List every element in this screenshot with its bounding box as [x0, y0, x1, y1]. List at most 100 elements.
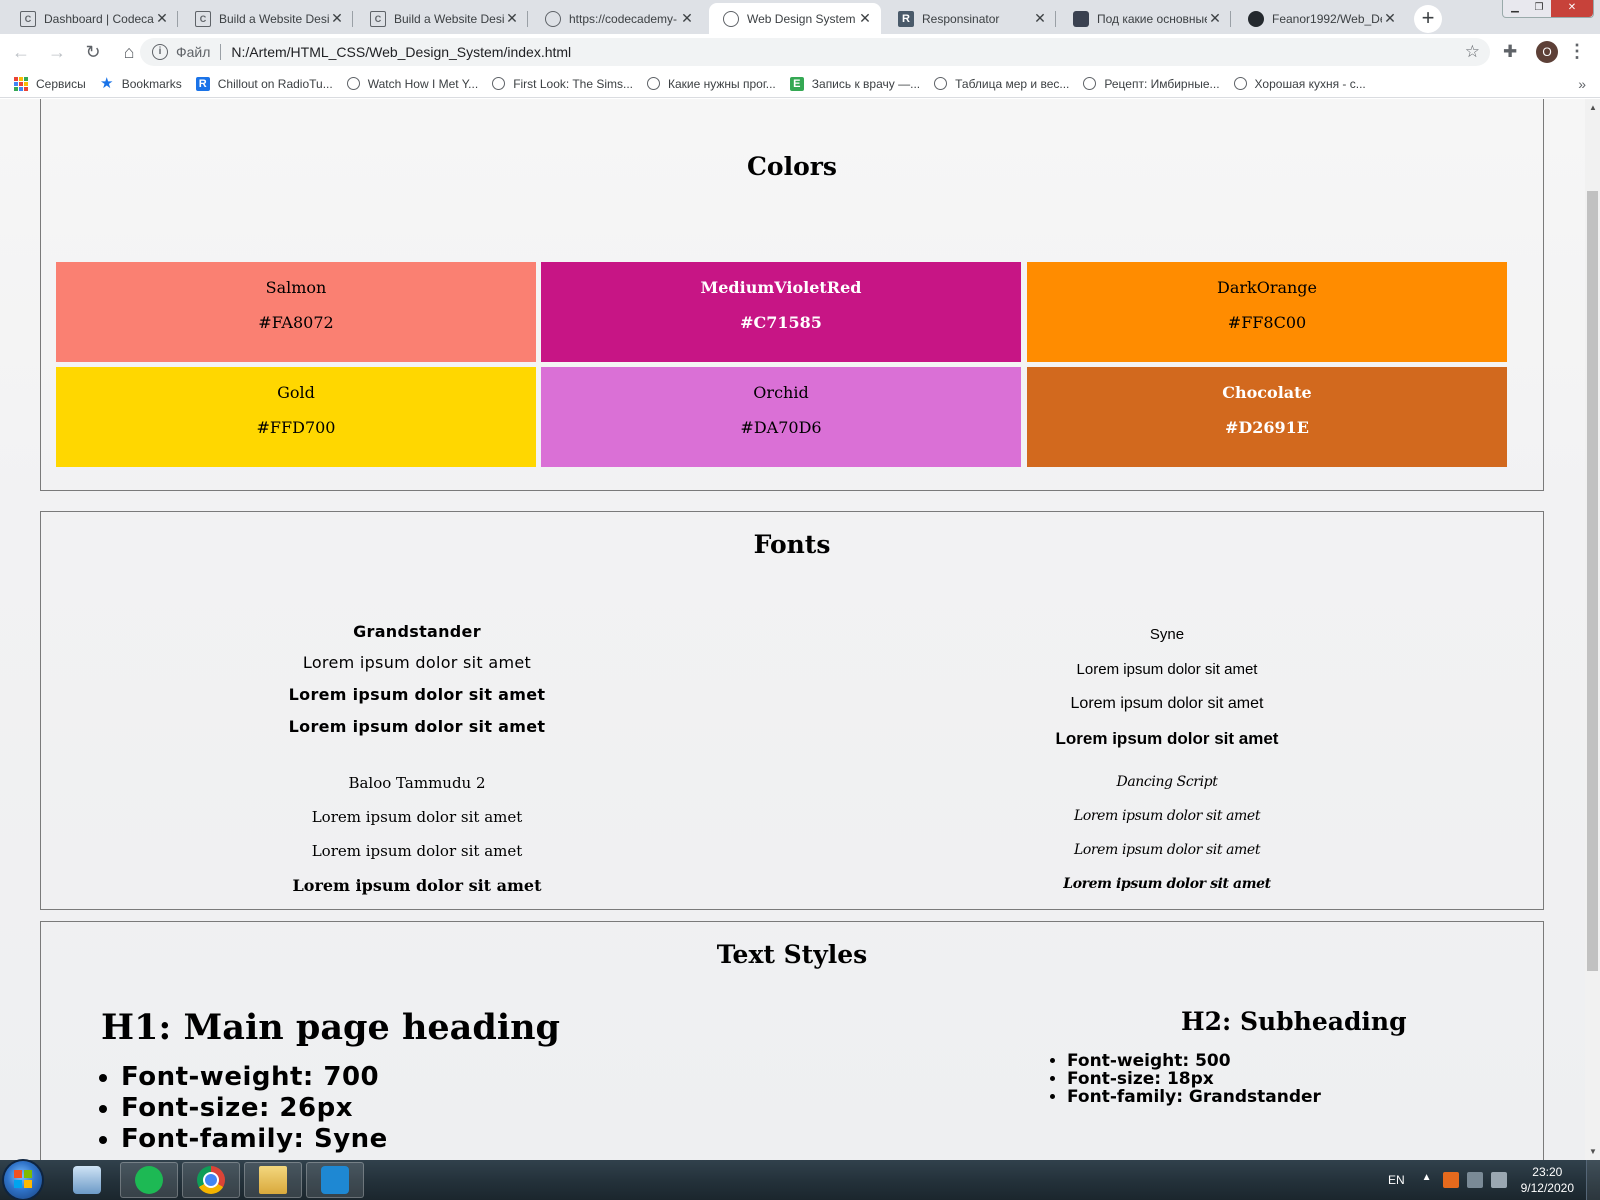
- bookmark-item[interactable]: Хорошая кухня - с...: [1233, 76, 1366, 91]
- swatch-name: Orchid: [753, 383, 809, 402]
- font-sample-syne: Syne Lorem ipsum dolor sit amet Lorem ip…: [917, 626, 1417, 756]
- swatch-name: Gold: [277, 383, 315, 402]
- taskbar-explorer[interactable]: [244, 1162, 302, 1198]
- tray-app-icon[interactable]: [1442, 1172, 1459, 1188]
- bookmark-apps[interactable]: Сервисы: [14, 76, 86, 91]
- bookmark-item[interactable]: Таблица мер и вес...: [934, 77, 1069, 91]
- maximize-icon[interactable]: ❐: [1527, 0, 1551, 17]
- h1-sample-heading: H1: Main page heading: [101, 1007, 561, 1048]
- show-desktop-button[interactable]: [1586, 1160, 1600, 1200]
- bookmark-item[interactable]: E Запись к врачу —...: [789, 76, 920, 91]
- swatch-name: MediumVioletRed: [700, 278, 862, 297]
- address-bar[interactable]: i Файл N:/Artem/HTML_CSS/Web_Design_Syst…: [140, 38, 1490, 66]
- taskbar-spotify[interactable]: [120, 1162, 178, 1198]
- globe-icon: [1233, 77, 1247, 90]
- tab-codecademy-url[interactable]: https://codecademy- ✕: [531, 3, 703, 34]
- scroll-down-icon[interactable]: ▼: [1589, 1147, 1597, 1156]
- tab-responsinator[interactable]: R Responsinator ✕: [884, 3, 1056, 34]
- swatch-name: Chocolate: [1222, 383, 1312, 402]
- taskbar-vscode[interactable]: [306, 1162, 364, 1198]
- bookmark-item[interactable]: Watch How I Met Y...: [346, 76, 479, 91]
- browser-toolbar: ← → ↻ ⌂ i Файл N:/Artem/HTML_CSS/Web_Des…: [0, 34, 1600, 70]
- window-close-icon[interactable]: ✕: [1551, 0, 1593, 17]
- tab-build-website-2[interactable]: C Build a Website Design System ✕: [356, 3, 528, 34]
- swatch-hex: #DA70D6: [740, 418, 822, 437]
- scrollbar-thumb[interactable]: [1587, 191, 1598, 971]
- bookmark-item[interactable]: First Look: The Sims...: [492, 77, 633, 91]
- font-family-name: Grandstander: [353, 622, 481, 641]
- tab-web-design-system[interactable]: Web Design System ✕: [709, 3, 881, 34]
- tab-title: Dashboard | Codecademy: [44, 11, 154, 26]
- minimize-icon[interactable]: ▁: [1503, 0, 1527, 17]
- new-tab-button[interactable]: +: [1414, 5, 1442, 33]
- colors-title: Colors: [747, 152, 837, 181]
- spotify-icon: [135, 1166, 163, 1194]
- tab-build-website-1[interactable]: C Build a Website Design System ✕: [181, 3, 353, 34]
- tab-habr-article[interactable]: Под какие основные ✕: [1059, 3, 1231, 34]
- swatch-hex: #FA8072: [258, 313, 334, 332]
- bookmark-star-icon[interactable]: ☆: [1465, 42, 1480, 62]
- bookmark-item[interactable]: Рецепт: Имбирные...: [1083, 77, 1220, 91]
- tab-close-icon[interactable]: ✕: [154, 10, 170, 27]
- system-clock[interactable]: 23:20 9/12/2020: [1521, 1164, 1574, 1196]
- tray-expand-icon[interactable]: ▲: [1419, 1172, 1435, 1188]
- extensions-puzzle-icon[interactable]: ✚: [1503, 42, 1517, 62]
- swatch-name: DarkOrange: [1216, 278, 1318, 297]
- language-indicator[interactable]: EN: [1388, 1173, 1405, 1187]
- globe-icon: [934, 77, 948, 90]
- font-sample-bold: Lorem ipsum dolor sit amet: [1063, 876, 1271, 892]
- swatch-hex: #FFD700: [256, 418, 336, 437]
- reload-icon[interactable]: ↻: [78, 37, 108, 67]
- profile-avatar[interactable]: O: [1536, 41, 1558, 63]
- browser-menu-icon[interactable]: ⋮: [1568, 41, 1586, 62]
- vscode-icon: [321, 1166, 349, 1194]
- tab-close-icon[interactable]: ✕: [1382, 10, 1398, 27]
- scroll-up-icon[interactable]: ▲: [1589, 103, 1597, 112]
- tab-title: Responsinator: [922, 11, 1000, 26]
- tab-github-repo[interactable]: Feanor1992/Web_De ✕: [1234, 3, 1406, 34]
- start-button[interactable]: [4, 1161, 42, 1199]
- github-icon: [1248, 10, 1264, 27]
- tab-title: Под какие основные: [1097, 11, 1207, 26]
- tab-close-icon[interactable]: ✕: [504, 10, 520, 27]
- site-info-icon[interactable]: i: [152, 44, 168, 60]
- swatch-hex: #FF8C00: [1227, 313, 1307, 332]
- bookmark-label: Хорошая кухня - с...: [1254, 76, 1366, 91]
- tab-close-icon[interactable]: ✕: [1032, 10, 1048, 27]
- tab-close-icon[interactable]: ✕: [329, 10, 345, 27]
- bookmark-label: Таблица мер и вес...: [955, 76, 1070, 91]
- network-icon[interactable]: [1466, 1172, 1483, 1188]
- tab-close-icon[interactable]: ✕: [857, 10, 873, 27]
- bookmark-folder[interactable]: ★ Bookmarks: [100, 76, 182, 91]
- volume-icon[interactable]: [1490, 1172, 1507, 1188]
- colors-section: Colors Salmon #FA8072 MediumVioletRed #C…: [40, 99, 1544, 491]
- tab-title: https://codecademy-: [569, 11, 678, 26]
- bookmarks-overflow-icon[interactable]: »: [1578, 76, 1586, 92]
- swatch-gold: Gold #FFD700: [56, 367, 536, 467]
- windows-logo-icon: [14, 1170, 32, 1188]
- address-url[interactable]: N:/Artem/HTML_CSS/Web_Design_System/inde…: [231, 44, 571, 60]
- tab-dashboard-codecademy[interactable]: C Dashboard | Codecademy ✕: [6, 3, 178, 34]
- tab-close-icon[interactable]: ✕: [679, 10, 695, 27]
- font-sample-regular: Lorem ipsum dolor sit amet: [1073, 808, 1261, 824]
- font-family-name: Baloo Tammudu 2: [348, 774, 486, 792]
- font-sample-bold: Lorem ipsum dolor sit amet: [1055, 729, 1279, 748]
- font-sample-regular: Lorem ipsum dolor sit amet: [1076, 661, 1258, 678]
- taskbar-chrome[interactable]: [182, 1162, 240, 1198]
- forward-arrow-icon[interactable]: →: [42, 37, 72, 67]
- bookmark-item[interactable]: R Chillout on RadioTu...: [195, 76, 333, 91]
- font-sample-medium: Lorem ipsum dolor sit amet: [311, 842, 523, 860]
- bookmark-item[interactable]: Какие нужны прог...: [647, 77, 776, 91]
- list-item: Font-size: 26px: [121, 1093, 388, 1124]
- tab-title: Build a Website Design System: [219, 11, 329, 26]
- swatch-hex: #C71585: [740, 313, 822, 332]
- page-scrollbar[interactable]: ▲ ▼: [1585, 99, 1600, 1160]
- font-family-name: Dancing Script: [1116, 774, 1218, 790]
- page-viewport: Colors Salmon #FA8072 MediumVioletRed #C…: [0, 99, 1585, 1160]
- globe-icon: [545, 10, 561, 27]
- back-arrow-icon[interactable]: ←: [6, 37, 36, 67]
- bookmark-label: Watch How I Met Y...: [367, 76, 479, 91]
- swatch-mediumvioletred: MediumVioletRed #C71585: [541, 262, 1021, 362]
- taskbar-calculator[interactable]: [58, 1162, 116, 1198]
- tab-close-icon[interactable]: ✕: [1207, 10, 1223, 27]
